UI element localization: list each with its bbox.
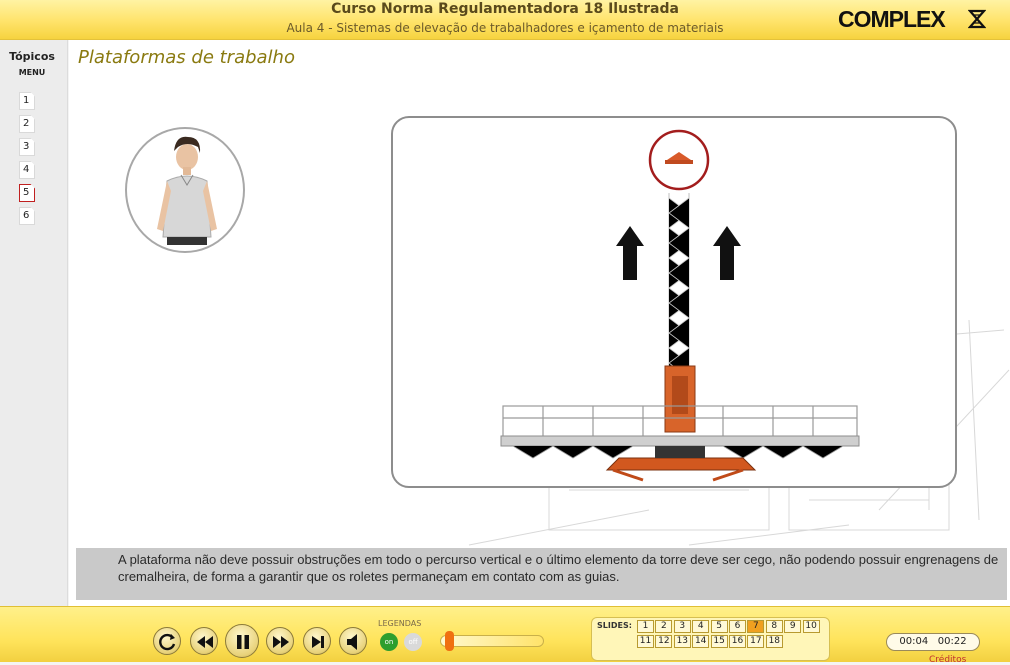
replay-icon	[159, 633, 176, 651]
slide-button-3[interactable]: 3	[673, 620, 691, 633]
slide-button-2[interactable]: 2	[655, 620, 673, 633]
slide-content: Plataformas de trabalho A plataforma não…	[69, 40, 1010, 606]
menu-label: MENU	[18, 68, 46, 77]
slide-button-16[interactable]: 16	[729, 635, 746, 648]
volume-slider[interactable]	[440, 635, 544, 647]
topics-title: Tópicos	[9, 50, 55, 63]
slide-button-9[interactable]: 9	[784, 620, 802, 633]
elapsed-time: 00:04	[899, 636, 929, 647]
page-title: Plataformas de trabalho	[78, 47, 295, 68]
player-controls: LEGENDAS on off SLIDES: 1 2 3 4 5 6 7 8 9 10 11 12 1…	[0, 606, 1010, 665]
credits-link[interactable]: Créditos	[929, 655, 966, 665]
slide-button-5[interactable]: 5	[710, 620, 728, 633]
slide-button-8[interactable]: 8	[765, 620, 783, 633]
volume-button[interactable]	[339, 627, 367, 655]
logo-mark-icon	[968, 9, 986, 29]
replay-button[interactable]	[153, 627, 181, 655]
topic-item-6[interactable]: 6	[19, 207, 35, 225]
pause-button[interactable]	[225, 624, 259, 658]
narration-caption: A plataforma não deve possuir obstruções…	[76, 548, 1007, 600]
topic-item-2[interactable]: 2	[19, 115, 35, 133]
captions-label: LEGENDAS	[378, 619, 422, 628]
header-bar: Curso Norma Regulamentadora 18 Ilustrada…	[0, 0, 1010, 40]
topic-item-4[interactable]: 4	[19, 161, 35, 179]
fast-forward-icon	[273, 636, 289, 648]
volume-icon	[347, 634, 357, 650]
skip-to-end-button[interactable]	[303, 627, 331, 655]
slides-label: SLIDES:	[597, 621, 632, 630]
slides-navigator: SLIDES: 1 2 3 4 5 6 7 8 9 10 11 12 13 14 15 16 17 18	[591, 617, 830, 661]
slide-button-13[interactable]: 13	[673, 635, 691, 648]
topic-item-5[interactable]: 5	[19, 184, 35, 202]
playback-timer: 00:04 00:22	[886, 633, 980, 651]
slide-button-1[interactable]: 1	[637, 620, 654, 633]
slide-button-7[interactable]: 7	[747, 620, 765, 633]
pause-icon	[237, 635, 249, 649]
slide-button-18[interactable]: 18	[765, 635, 783, 648]
slide-button-11[interactable]: 11	[637, 635, 654, 648]
narrator-avatar	[125, 127, 245, 253]
rewind-icon	[197, 636, 213, 648]
slide-button-12[interactable]: 12	[655, 635, 673, 648]
slide-button-6[interactable]: 6	[729, 620, 746, 633]
slide-button-4[interactable]: 4	[692, 620, 710, 633]
captions-on-button[interactable]: on	[380, 633, 398, 651]
up-arrow-icon	[713, 226, 741, 280]
captions-off-button[interactable]: off	[404, 633, 422, 651]
slide-button-14[interactable]: 14	[692, 635, 710, 648]
topic-item-1[interactable]: 1	[19, 92, 35, 110]
volume-slider-handle[interactable]	[444, 631, 454, 651]
topics-sidebar: Tópicos MENU 1 2 3 4 5 6	[0, 40, 68, 606]
illustration-card	[391, 116, 957, 488]
topic-item-3[interactable]: 3	[19, 138, 35, 156]
slide-button-15[interactable]: 15	[710, 635, 728, 648]
slide-button-10[interactable]: 10	[802, 620, 820, 633]
rewind-button[interactable]	[190, 627, 218, 655]
slide-button-17[interactable]: 17	[747, 635, 765, 648]
complex-logo: COMPLEX	[838, 6, 946, 32]
skip-end-icon	[312, 636, 324, 648]
total-time: 00:22	[937, 636, 967, 647]
up-arrow-icon	[616, 226, 644, 280]
fast-forward-button[interactable]	[266, 627, 294, 655]
work-platform-illustration	[500, 129, 860, 482]
narrator-figure-image	[157, 136, 217, 245]
